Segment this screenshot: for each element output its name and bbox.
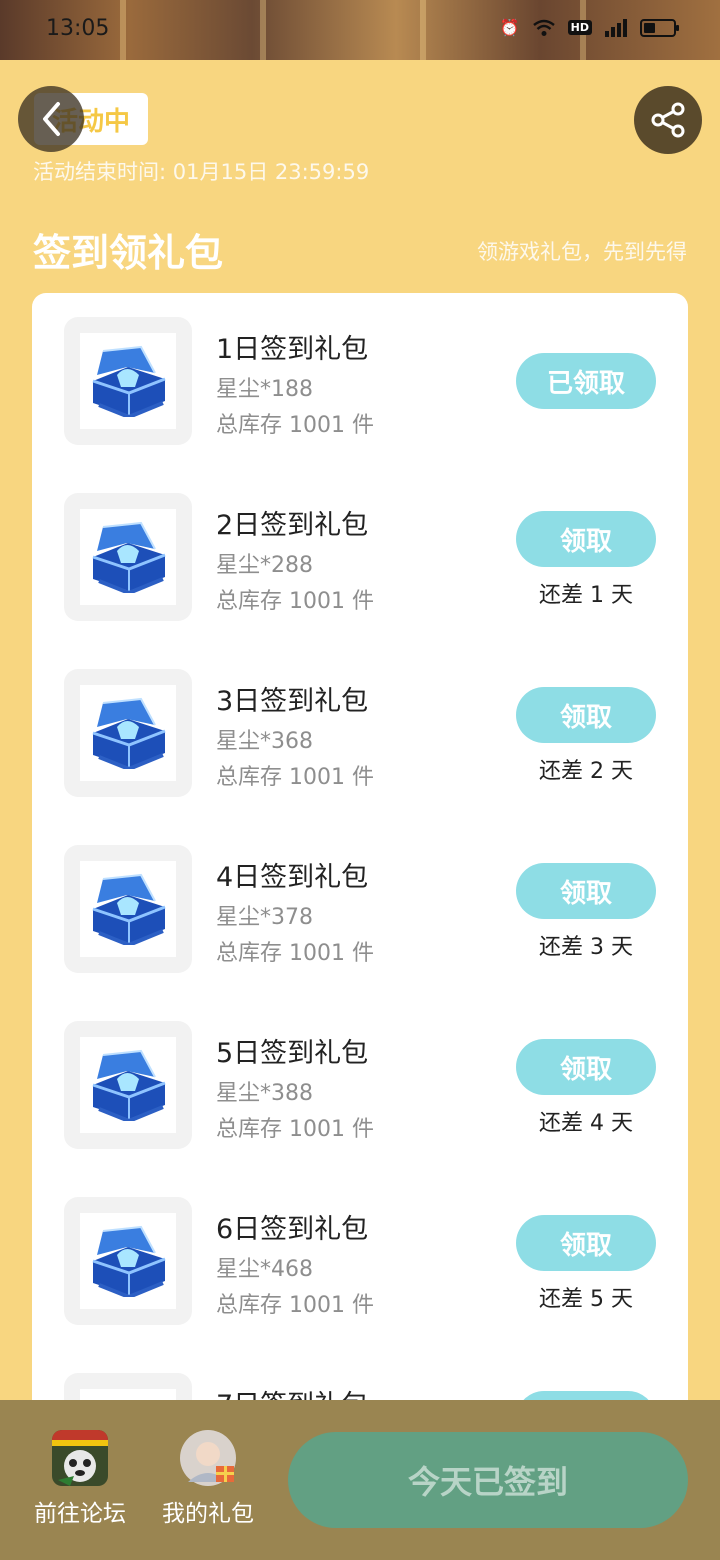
signed-in-today-button[interactable]: 今天已签到: [288, 1432, 688, 1528]
gift-row: 1日签到礼包 星尘*188 总库存 1001 件 已领取: [32, 293, 688, 469]
treasure-chest-icon: [92, 697, 166, 769]
gift-description: 星尘*378: [216, 905, 313, 930]
gift-row: 5日签到礼包 星尘*388 总库存 1001 件 领取 还差 4 天: [32, 997, 688, 1173]
signal-icon: [605, 18, 627, 37]
hd-badge: HD: [567, 20, 592, 35]
background-decoration: [120, 0, 126, 60]
gift-description: 星尘*388: [216, 1081, 313, 1106]
gift-name: 5日签到礼包: [216, 1038, 369, 1069]
treasure-chest-icon: [92, 1225, 166, 1297]
section-subtitle: 领游戏礼包，先到先得: [477, 240, 687, 264]
battery-icon: [640, 18, 679, 37]
gift-name: 2日签到礼包: [216, 510, 369, 541]
gift-stock: 总库存 1001 件: [216, 941, 374, 966]
status-bar: 13:05 ⏰ HD: [0, 0, 720, 60]
days-remaining: 还差 5 天: [539, 1287, 633, 1312]
gift-thumbnail: [64, 493, 192, 621]
gift-stock: 总库存 1001 件: [216, 413, 374, 438]
game-avatar-icon: [52, 1430, 108, 1486]
back-chevron-icon: [43, 102, 60, 136]
section-title: 签到领礼包: [33, 231, 224, 275]
gift-stock: 总库存 1001 件: [216, 765, 374, 790]
gift-list-card: 1日签到礼包 星尘*188 总库存 1001 件 已领取 2日签到礼包 星尘*2…: [32, 293, 688, 1493]
days-remaining: 还差 4 天: [539, 1111, 633, 1136]
days-remaining: 还差 1 天: [539, 583, 633, 608]
gift-name: 1日签到礼包: [216, 334, 369, 365]
gift-thumbnail: [64, 845, 192, 973]
gift-row: 3日签到礼包 星尘*368 总库存 1001 件 领取 还差 2 天: [32, 645, 688, 821]
gift-description: 星尘*368: [216, 729, 313, 754]
my-gifts-link[interactable]: 我的礼包: [153, 1430, 263, 1528]
status-time: 13:05: [46, 16, 110, 41]
gift-thumbnail: [64, 1197, 192, 1325]
claim-button[interactable]: 领取: [516, 863, 656, 919]
claim-button[interactable]: 领取: [516, 687, 656, 743]
gift-name: 6日签到礼包: [216, 1214, 369, 1245]
activity-end-time: 活动结束时间: 01月15日 23:59:59: [33, 160, 370, 184]
claim-button[interactable]: 领取: [516, 1039, 656, 1095]
treasure-chest-icon: [92, 873, 166, 945]
gift-stock: 总库存 1001 件: [216, 589, 374, 614]
treasure-chest-icon: [92, 1049, 166, 1121]
claimed-button[interactable]: 已领取: [516, 353, 656, 409]
status-icons: ⏰ HD: [499, 18, 679, 37]
gift-thumbnail: [64, 669, 192, 797]
treasure-chest-icon: [92, 345, 166, 417]
gift-stock: 总库存 1001 件: [216, 1293, 374, 1318]
treasure-chest-icon: [92, 521, 166, 593]
background-decoration: [420, 0, 426, 60]
claim-button[interactable]: 领取: [516, 511, 656, 567]
share-button[interactable]: [634, 86, 702, 154]
gift-name: 4日签到礼包: [216, 862, 369, 893]
back-button[interactable]: [18, 86, 84, 152]
gift-thumbnail: [64, 317, 192, 445]
gift-description: 星尘*468: [216, 1257, 313, 1282]
forum-link[interactable]: 前往论坛: [25, 1430, 135, 1528]
gift-row: 2日签到礼包 星尘*288 总库存 1001 件 领取 还差 1 天: [32, 469, 688, 645]
gift-stock: 总库存 1001 件: [216, 1117, 374, 1142]
days-remaining: 还差 2 天: [539, 759, 633, 784]
forum-label: 前往论坛: [34, 1501, 126, 1527]
my-gifts-label: 我的礼包: [162, 1501, 254, 1527]
gift-row: 6日签到礼包 星尘*468 总库存 1001 件 领取 还差 5 天: [32, 1173, 688, 1349]
gift-row: 4日签到礼包 星尘*378 总库存 1001 件 领取 还差 3 天: [32, 821, 688, 997]
gift-description: 星尘*288: [216, 553, 313, 578]
alarm-icon: ⏰: [499, 18, 520, 37]
gift-name: 3日签到礼包: [216, 686, 369, 717]
days-remaining: 还差 3 天: [539, 935, 633, 960]
user-avatar: [180, 1430, 236, 1486]
gift-description: 星尘*188: [216, 377, 313, 402]
bottom-bar: 前往论坛 我的礼包 今天已签到: [0, 1400, 720, 1560]
wifi-icon: [532, 19, 555, 36]
gift-thumbnail: [64, 1021, 192, 1149]
share-icon: [651, 102, 685, 138]
background-decoration: [260, 0, 266, 60]
claim-button[interactable]: 领取: [516, 1215, 656, 1271]
